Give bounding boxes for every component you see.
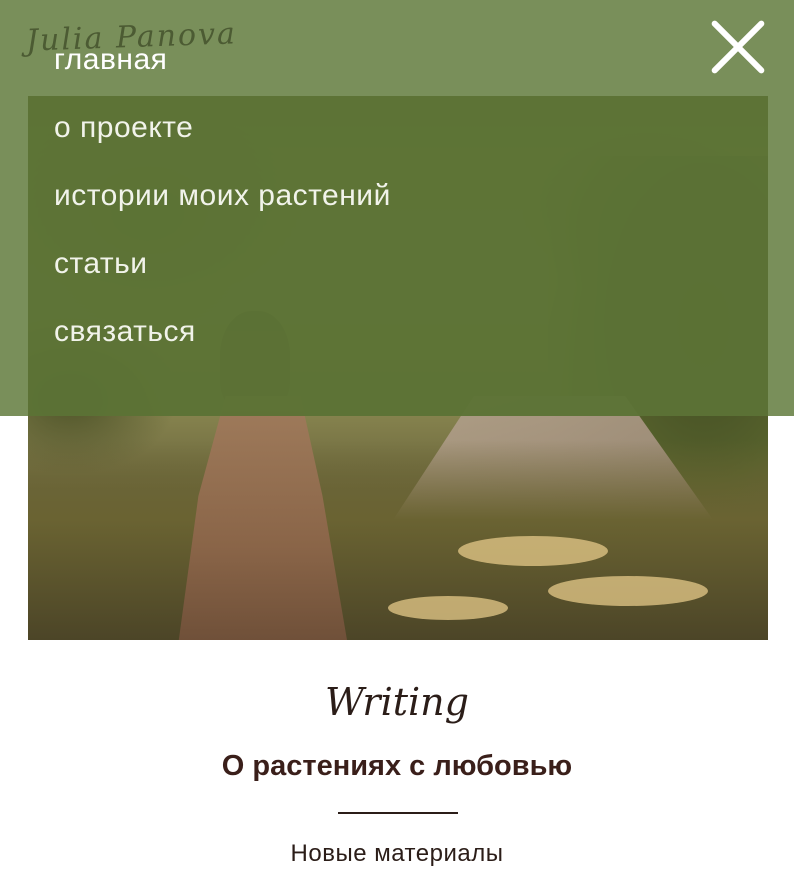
hero-sun-patch	[388, 596, 508, 620]
menu-item-plant-stories[interactable]: истории моих растений	[54, 176, 391, 244]
menu-item-articles[interactable]: статьи	[54, 244, 391, 312]
menu-list: главная о проекте истории моих растений …	[54, 40, 391, 380]
menu-item-home[interactable]: главная	[54, 40, 391, 108]
hero-sun-patch	[548, 576, 708, 606]
section-title: О растениях с любовью	[221, 750, 573, 782]
menu-item-about[interactable]: о проекте	[54, 108, 391, 176]
hero-figure-body	[178, 396, 348, 640]
hero-sun-patch	[458, 536, 608, 566]
section-subtitle: Новые материалы	[290, 840, 504, 867]
section-kicker: Writing	[325, 680, 469, 724]
section-divider	[338, 812, 458, 814]
close-icon[interactable]	[700, 10, 776, 86]
menu-item-contact[interactable]: связаться	[54, 312, 391, 380]
menu-overlay: Julia Panova главная о проекте истории м…	[0, 0, 794, 416]
